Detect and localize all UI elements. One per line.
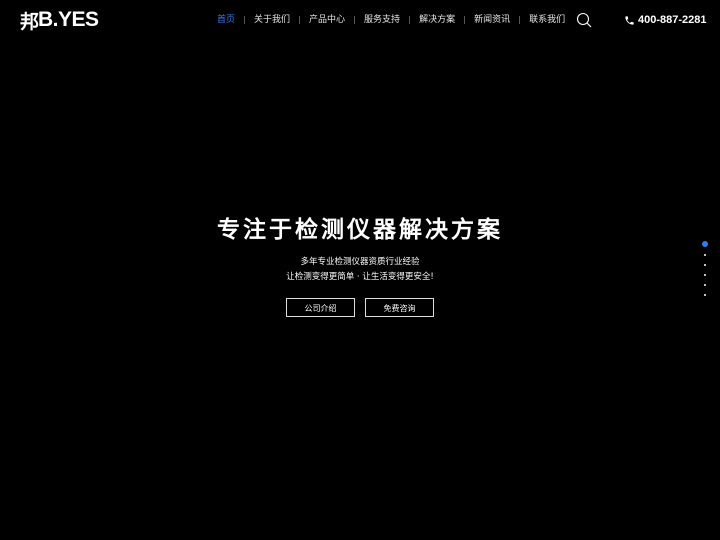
nav-item-home[interactable]: 首页 — [208, 12, 244, 28]
phone-icon — [624, 15, 635, 26]
slide-pagination — [701, 241, 709, 304]
header: 邦 B.YES 首页 关于我们 产品中心 服务支持 解决方案 新闻资讯 联系我们 — [0, 0, 720, 40]
nav-item-solutions[interactable]: 解决方案 — [410, 12, 464, 28]
hero-buttons: 公司介绍 免费咨询 — [0, 298, 720, 317]
company-intro-button[interactable]: 公司介绍 — [286, 298, 355, 317]
pagination-dot[interactable] — [704, 254, 706, 256]
hero-subtitle-line1: 多年专业检测仪器资质行业经验 — [300, 257, 420, 267]
pagination-dot[interactable] — [704, 264, 706, 266]
hero-title: 专注于检测仪器解决方案 — [217, 217, 503, 243]
hero-banner: 专注于检测仪器解决方案 多年专业检测仪器资质行业经验 让检测变得更简单 · 让生… — [0, 210, 720, 317]
nav-item-products[interactable]: 产品中心 — [300, 12, 354, 28]
hero-subtitle-line2: 让检测变得更简单 · 让生活变得更安全! — [286, 272, 434, 282]
nav-item-news[interactable]: 新闻资讯 — [465, 12, 519, 28]
pagination-dot[interactable] — [704, 284, 706, 286]
phone-contact[interactable]: 400-887-2281 — [624, 12, 707, 28]
logo[interactable]: 邦 B.YES — [20, 8, 99, 33]
nav-item-support[interactable]: 服务支持 — [355, 12, 409, 28]
pagination-dot[interactable] — [704, 294, 706, 296]
nav-item-about[interactable]: 关于我们 — [245, 12, 299, 28]
search-icon[interactable] — [576, 12, 592, 28]
main-nav: 首页 关于我们 产品中心 服务支持 解决方案 新闻资讯 联系我们 — [208, 12, 574, 28]
nav-item-contact[interactable]: 联系我们 — [520, 12, 574, 28]
logo-text: B.YES — [38, 8, 99, 31]
free-consult-button[interactable]: 免费咨询 — [365, 298, 434, 317]
pagination-dot[interactable] — [704, 274, 706, 276]
phone-number: 400-887-2281 — [638, 14, 707, 26]
logo-mark: 邦 — [20, 10, 39, 33]
pagination-dot[interactable] — [702, 241, 708, 247]
page: 邦 B.YES 首页 关于我们 产品中心 服务支持 解决方案 新闻资讯 联系我们 — [0, 0, 720, 540]
